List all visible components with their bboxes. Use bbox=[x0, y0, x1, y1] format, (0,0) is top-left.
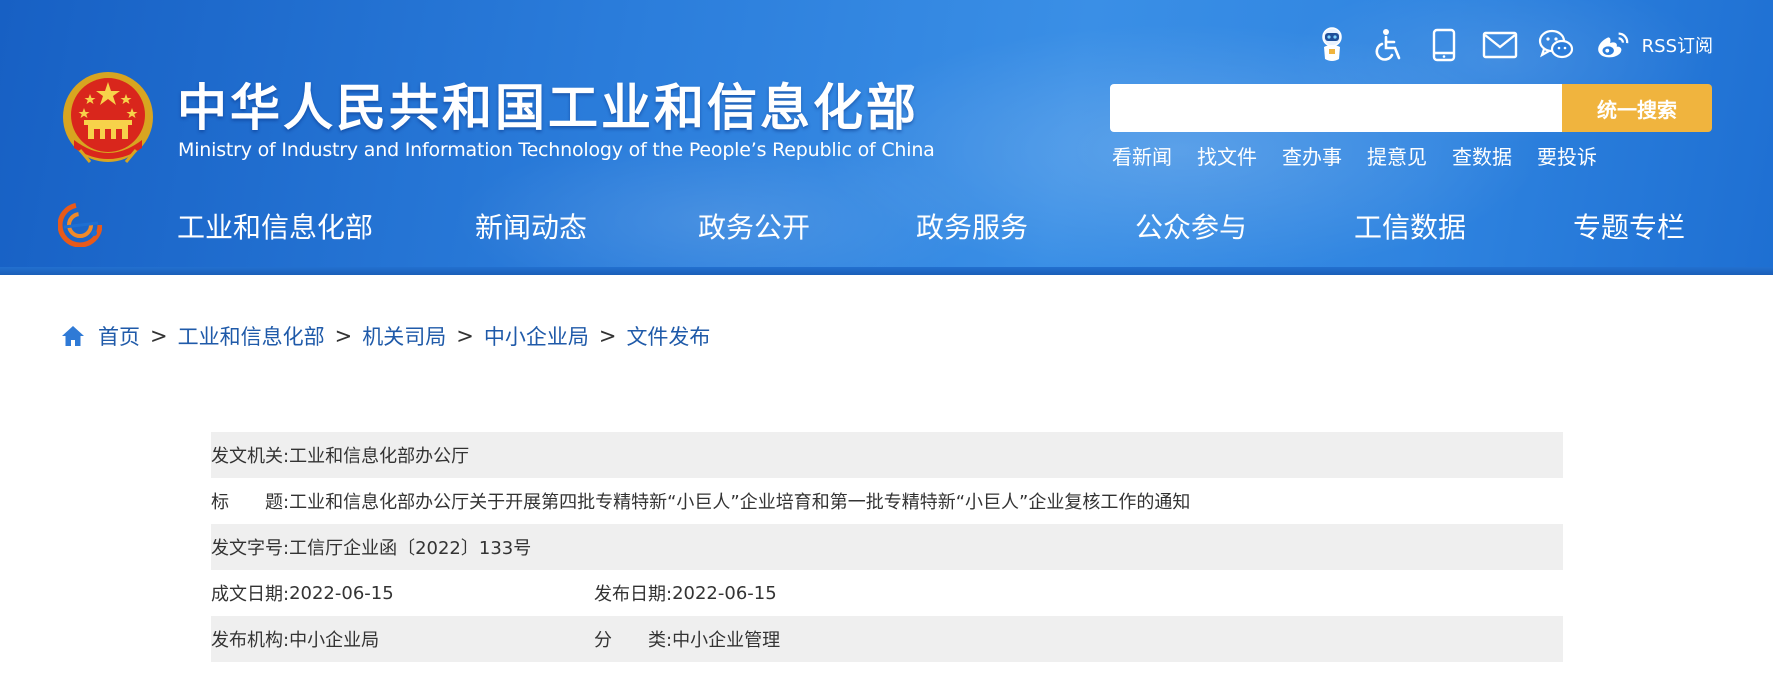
meta-cell-issuer: 发文机关: 工业和信息化部办公厅 bbox=[211, 442, 469, 468]
quick-link-services[interactable]: 查办事 bbox=[1282, 141, 1342, 170]
site-title-english[interactable]: Ministry of Industry and Information Tec… bbox=[178, 139, 935, 161]
breadcrumb-sme-bureau[interactable]: 中小企业局 bbox=[484, 321, 589, 351]
top-toolbar: RSS订阅 bbox=[1294, 22, 1713, 68]
site-title-chinese[interactable]: 中华人民共和国工业和信息化部 bbox=[177, 76, 919, 140]
breadcrumb: 首页 > 工业和信息化部 > 机关司局 > 中小企业局 > 文件发布 bbox=[60, 320, 710, 352]
national-emblem-icon[interactable] bbox=[60, 70, 156, 168]
quick-links: 看新闻 找文件 查办事 提意见 查数据 要投诉 bbox=[1112, 141, 1622, 170]
meta-cell-publish-date: 发布日期: 2022-06-15 bbox=[594, 580, 777, 606]
meta-row-title: 标 题: 工业和信息化部办公厅关于开展第四批专精特新“小巨人”企业培育和第一批专… bbox=[211, 478, 1563, 524]
miit-logo-icon[interactable] bbox=[58, 203, 102, 247]
doc-number-value: 工信厅企业函〔2022〕133号 bbox=[289, 538, 532, 559]
mobile-icon[interactable] bbox=[1426, 27, 1462, 63]
breadcrumb-home[interactable]: 首页 bbox=[98, 321, 140, 351]
issuer-value: 工业和信息化部办公厅 bbox=[289, 446, 470, 467]
quick-link-complaint[interactable]: 要投诉 bbox=[1537, 141, 1597, 170]
breadcrumb-separator: > bbox=[334, 324, 353, 348]
nav-item-data[interactable]: 工信数据 bbox=[1354, 206, 1466, 246]
nav-item-gov-services[interactable]: 政务服务 bbox=[916, 206, 1028, 246]
meta-cell-doc-number: 发文字号: 工信厅企业函〔2022〕133号 bbox=[211, 534, 531, 560]
search-input[interactable] bbox=[1110, 84, 1562, 132]
weibo-icon[interactable] bbox=[1594, 27, 1630, 63]
wechat-icon[interactable] bbox=[1538, 27, 1574, 63]
title-label: 标 题: bbox=[211, 492, 290, 513]
header-bottom-border bbox=[0, 267, 1773, 275]
written-date-value: 2022-06-15 bbox=[289, 582, 394, 604]
quick-link-documents[interactable]: 找文件 bbox=[1197, 141, 1257, 170]
meta-cell-written-date: 成文日期: 2022-06-15 bbox=[211, 580, 594, 606]
quick-link-news[interactable]: 看新闻 bbox=[1112, 141, 1172, 170]
quick-link-data[interactable]: 查数据 bbox=[1452, 141, 1512, 170]
meta-cell-category: 分 类: 中小企业管理 bbox=[594, 626, 780, 652]
category-value: 中小企业管理 bbox=[672, 630, 781, 651]
category-label: 分 类: bbox=[594, 630, 673, 651]
nav-item-public-participation[interactable]: 公众参与 bbox=[1135, 206, 1247, 246]
nav-item-gov-affairs[interactable]: 政务公开 bbox=[698, 206, 810, 246]
breadcrumb-departments[interactable]: 机关司局 bbox=[362, 321, 446, 351]
rss-subscribe-link[interactable]: RSS订阅 bbox=[1642, 32, 1713, 58]
robot-assistant-icon[interactable] bbox=[1314, 27, 1350, 63]
site-header: 中华人民共和国工业和信息化部 Ministry of Industry and … bbox=[0, 0, 1773, 275]
nav-item-news[interactable]: 新闻动态 bbox=[475, 206, 587, 246]
breadcrumb-separator: > bbox=[456, 324, 474, 348]
meta-cell-title: 标 题: 工业和信息化部办公厅关于开展第四批专精特新“小巨人”企业培育和第一批专… bbox=[211, 488, 1190, 514]
accessibility-icon[interactable] bbox=[1370, 27, 1406, 63]
main-nav: 工业和信息化部 新闻动态 政务公开 政务服务 公众参与 工信数据 专题专栏 bbox=[115, 196, 1715, 256]
meta-row-publisher: 发布机构: 中小企业局 分 类: 中小企业管理 bbox=[211, 616, 1563, 662]
publisher-label: 发布机构: bbox=[211, 630, 290, 651]
meta-row-dates: 成文日期: 2022-06-15 发布日期: 2022-06-15 bbox=[211, 570, 1563, 616]
mail-icon[interactable] bbox=[1482, 27, 1518, 63]
meta-row-issuer: 发文机关: 工业和信息化部办公厅 bbox=[211, 432, 1563, 478]
breadcrumb-separator: > bbox=[150, 324, 168, 348]
meta-cell-publisher: 发布机构: 中小企业局 bbox=[211, 626, 594, 652]
nav-item-special-topics[interactable]: 专题专栏 bbox=[1573, 206, 1685, 246]
nav-item-miit[interactable]: 工业和信息化部 bbox=[177, 206, 373, 246]
breadcrumb-miit[interactable]: 工业和信息化部 bbox=[178, 321, 325, 351]
publish-date-label: 发布日期: bbox=[594, 584, 673, 605]
unified-search: 统一搜索 bbox=[1110, 84, 1712, 132]
quick-link-feedback[interactable]: 提意见 bbox=[1367, 141, 1427, 170]
search-button[interactable]: 统一搜索 bbox=[1562, 84, 1712, 132]
publish-date-value: 2022-06-15 bbox=[672, 582, 777, 604]
meta-row-doc-number: 发文字号: 工信厅企业函〔2022〕133号 bbox=[211, 524, 1563, 570]
title-value: 工业和信息化部办公厅关于开展第四批专精特新“小巨人”企业培育和第一批专精特新“小… bbox=[289, 492, 1191, 513]
breadcrumb-documents[interactable]: 文件发布 bbox=[626, 321, 710, 351]
issuer-label: 发文机关: bbox=[211, 446, 290, 467]
doc-number-label: 发文字号: bbox=[211, 538, 290, 559]
document-meta-table: 发文机关: 工业和信息化部办公厅 标 题: 工业和信息化部办公厅关于开展第四批专… bbox=[211, 432, 1563, 662]
publisher-value: 中小企业局 bbox=[289, 630, 380, 651]
home-icon[interactable] bbox=[60, 323, 86, 349]
breadcrumb-separator: > bbox=[598, 324, 617, 348]
written-date-label: 成文日期: bbox=[211, 584, 290, 605]
